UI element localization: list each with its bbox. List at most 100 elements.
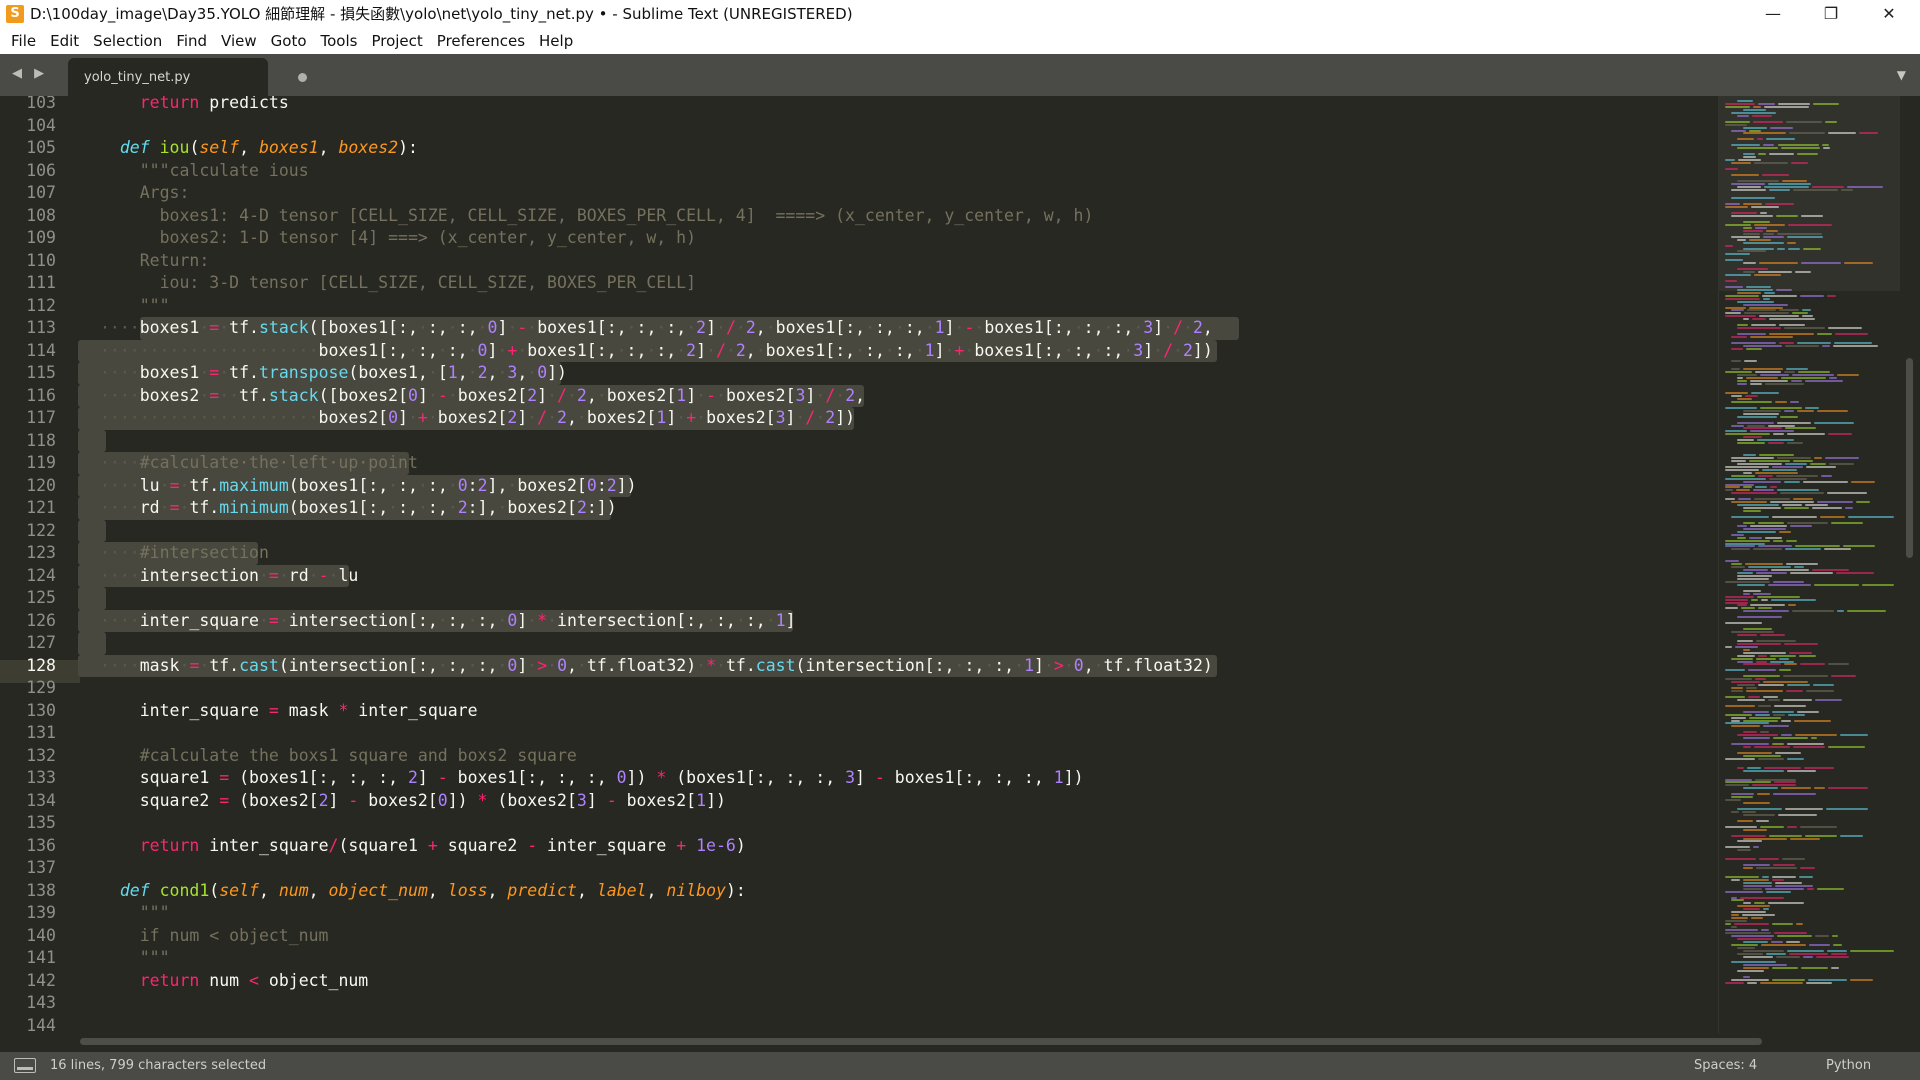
line-number[interactable]: 136 xyxy=(0,835,56,858)
line-number[interactable]: 125 xyxy=(0,587,56,610)
line-number[interactable]: 119 xyxy=(0,452,56,475)
line-number[interactable]: 112 xyxy=(0,295,56,318)
horizontal-scrollbar-thumb[interactable] xyxy=(80,1038,1762,1045)
line-number[interactable]: 134 xyxy=(0,790,56,813)
code-line[interactable]: ······················boxes2[0]·+·boxes2… xyxy=(100,407,855,430)
line-number[interactable]: 128 xyxy=(0,655,56,678)
line-number[interactable]: 139 xyxy=(0,902,56,925)
line-number[interactable]: 104 xyxy=(0,115,56,138)
line-number[interactable]: 116 xyxy=(0,385,56,408)
line-number[interactable]: 117 xyxy=(0,407,56,430)
line-number[interactable]: 140 xyxy=(0,925,56,948)
line-number[interactable]: 130 xyxy=(0,700,56,723)
code-line[interactable]: ····lu·=·tf.maximum(boxes1[:,·:,·:,·0:2]… xyxy=(100,475,637,498)
tab-list-dropdown-icon[interactable]: ▼ xyxy=(1897,68,1906,82)
code-line[interactable]: boxes2: 1-D tensor [4] ===> (x_center, y… xyxy=(100,227,696,250)
menu-find[interactable]: Find xyxy=(169,28,214,54)
line-number-gutter[interactable]: 103 104 105 106 107 108 109 110 111 112 113 114 115 1… xyxy=(0,96,80,1034)
line-number[interactable]: 120 xyxy=(0,475,56,498)
code-line[interactable]: return inter_square/(square1 + square2 -… xyxy=(100,835,746,858)
line-number[interactable]: 113 xyxy=(0,317,56,340)
minimap[interactable] xyxy=(1718,96,1900,1034)
line-number[interactable]: 144 xyxy=(0,1015,56,1035)
line-number[interactable]: 133 xyxy=(0,767,56,790)
line-number[interactable]: 115 xyxy=(0,362,56,385)
code-line[interactable]: ····#intersection xyxy=(100,542,269,565)
indentation-setting[interactable]: Spaces: 4 xyxy=(1694,1052,1757,1080)
code-line[interactable]: return predicts xyxy=(100,96,289,115)
line-number[interactable]: 135 xyxy=(0,812,56,835)
line-number[interactable]: 103 xyxy=(0,96,56,115)
line-number[interactable]: 109 xyxy=(0,227,56,250)
menu-file[interactable]: File xyxy=(4,28,43,54)
menu-preferences[interactable]: Preferences xyxy=(430,28,532,54)
menu-edit[interactable]: Edit xyxy=(43,28,86,54)
line-number[interactable]: 138 xyxy=(0,880,56,903)
code-line[interactable]: ····boxes1·=·tf.stack([boxes1[:,·:,·:,·0… xyxy=(100,317,1213,340)
line-number[interactable]: 141 xyxy=(0,947,56,970)
line-number[interactable]: 129 xyxy=(0,677,56,700)
line-number[interactable]: 110 xyxy=(0,250,56,273)
code-line[interactable]: def iou(self, boxes1, boxes2): xyxy=(100,137,418,160)
menu-goto[interactable]: Goto xyxy=(264,28,314,54)
menu-project[interactable]: Project xyxy=(364,28,429,54)
code-line[interactable]: ····boxes2·=··tf.stack([boxes2[0]·-·boxe… xyxy=(100,385,865,408)
line-number[interactable]: 127 xyxy=(0,632,56,655)
code-line[interactable]: """ xyxy=(100,947,170,970)
editor-area[interactable]: 103 104 105 106 107 108 109 110 111 112 113 114 115 1… xyxy=(0,96,1718,1034)
code-line[interactable]: #calculate the boxs1 square and boxs2 sq… xyxy=(100,745,577,768)
close-icon[interactable]: ✕ xyxy=(1860,0,1918,28)
code-line[interactable]: if num < object_num xyxy=(100,925,329,948)
tab-yolo-tiny-net[interactable]: yolo_tiny_net.py xyxy=(68,58,307,96)
unsaved-dot-icon[interactable] xyxy=(298,73,307,82)
line-number[interactable]: 126 xyxy=(0,610,56,633)
code-line[interactable]: ····intersection·=·rd·-·lu xyxy=(100,565,358,588)
code-line[interactable]: iou: 3-D tensor [CELL_SIZE, CELL_SIZE, B… xyxy=(100,272,696,295)
code-line[interactable]: square1 = (boxes1[:, :, :, 2] - boxes1[:… xyxy=(100,767,1084,790)
code-line[interactable]: square2 = (boxes2[2] - boxes2[0]) * (box… xyxy=(100,790,726,813)
line-number[interactable]: 111 xyxy=(0,272,56,295)
code-view[interactable]: return predicts def iou(self, boxes1, bo… xyxy=(78,96,1716,1034)
code-line[interactable]: ······················boxes1[:,·:,·:,·0]… xyxy=(100,340,1213,363)
line-number[interactable]: 108 xyxy=(0,205,56,228)
line-number[interactable]: 118 xyxy=(0,430,56,453)
horizontal-scrollbar[interactable] xyxy=(80,1034,1900,1048)
line-number[interactable]: 106 xyxy=(0,160,56,183)
code-line[interactable]: boxes1: 4-D tensor [CELL_SIZE, CELL_SIZE… xyxy=(100,205,1094,228)
line-number[interactable]: 143 xyxy=(0,992,56,1015)
vertical-scrollbar[interactable] xyxy=(1900,96,1920,1034)
code-line[interactable]: Args: xyxy=(100,182,190,205)
minimize-icon[interactable]: — xyxy=(1744,0,1802,28)
line-number[interactable]: 124 xyxy=(0,565,56,588)
menu-view[interactable]: View xyxy=(214,28,264,54)
code-line[interactable]: """ xyxy=(100,295,170,318)
line-number[interactable]: 107 xyxy=(0,182,56,205)
code-line[interactable]: def cond1(self, num, object_num, loss, p… xyxy=(100,880,746,903)
code-line[interactable]: ····rd·=·tf.minimum(boxes1[:,·:,·:,·2:],… xyxy=(100,497,617,520)
menu-help[interactable]: Help xyxy=(532,28,580,54)
code-line[interactable]: ····mask·=·tf.cast(intersection[:,·:,·:,… xyxy=(100,655,1213,678)
line-number[interactable]: 122 xyxy=(0,520,56,543)
menu-tools[interactable]: Tools xyxy=(314,28,365,54)
syntax-setting[interactable]: Python xyxy=(1826,1052,1871,1080)
line-number[interactable]: 131 xyxy=(0,722,56,745)
show-panel-icon[interactable] xyxy=(14,1058,36,1073)
vertical-scrollbar-thumb[interactable] xyxy=(1906,358,1913,558)
line-number[interactable]: 121 xyxy=(0,497,56,520)
line-number[interactable]: 123 xyxy=(0,542,56,565)
code-line[interactable]: inter_square = mask * inter_square xyxy=(100,700,478,723)
line-number[interactable]: 142 xyxy=(0,970,56,993)
code-line[interactable]: ····#calculate·the·left·up·point xyxy=(100,452,418,475)
line-number[interactable]: 132 xyxy=(0,745,56,768)
code-line[interactable]: """ xyxy=(100,902,170,925)
code-line[interactable]: Return: xyxy=(100,250,210,273)
tab-navigation-arrows-icon[interactable]: ◀ ▶ xyxy=(12,66,48,81)
line-number[interactable]: 114 xyxy=(0,340,56,363)
code-line[interactable]: ····boxes1·=·tf.transpose(boxes1,·[1,·2,… xyxy=(100,362,567,385)
line-number[interactable]: 105 xyxy=(0,137,56,160)
line-number[interactable]: 137 xyxy=(0,857,56,880)
code-line[interactable]: return num < object_num xyxy=(100,970,369,993)
menu-selection[interactable]: Selection xyxy=(86,28,169,54)
code-line[interactable]: ····inter_square·=·intersection[:,·:,·:,… xyxy=(100,610,796,633)
restore-icon[interactable]: ❐ xyxy=(1802,0,1860,28)
